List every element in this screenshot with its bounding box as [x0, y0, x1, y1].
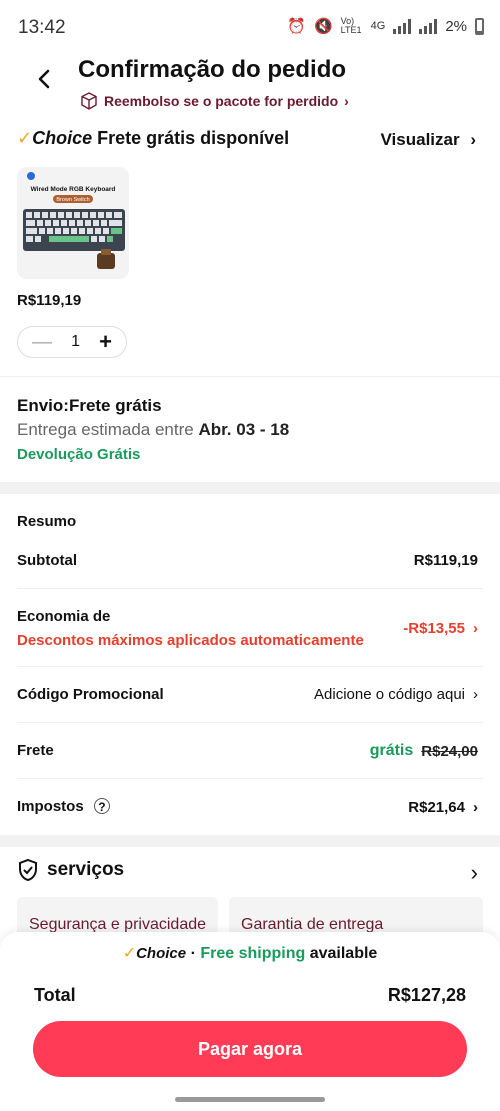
- check-icon: ✓: [122, 945, 137, 962]
- shipping-free-label: grátis: [369, 742, 414, 759]
- dot-separator: ·: [190, 945, 196, 962]
- divider: [17, 722, 483, 723]
- savings-row[interactable]: -R$13,55 ›: [403, 620, 478, 637]
- battery-percent: 2%: [445, 17, 467, 35]
- check-icon: ✓: [17, 128, 33, 148]
- taxes-value: R$21,64: [408, 799, 465, 816]
- shipping-cost: grátis R$24,00: [370, 742, 478, 760]
- signal-icon-2: [419, 18, 438, 34]
- product-price: R$119,19: [17, 292, 82, 309]
- section-divider: [0, 835, 500, 847]
- chevron-right-icon[interactable]: ›: [471, 860, 478, 886]
- total-value: R$127,28: [387, 985, 466, 1005]
- choice-label: Frete grátis disponível: [97, 128, 290, 148]
- increment-button[interactable]: +: [99, 329, 112, 355]
- page-title: Confirmação do pedido: [78, 56, 347, 83]
- chevron-right-icon: ›: [473, 799, 478, 816]
- quantity-stepper: — 1 +: [17, 326, 127, 358]
- promo-value: Adicione o código aqui: [314, 686, 465, 703]
- shipping-cost-label: Frete: [17, 742, 54, 759]
- quantity-value: 1: [71, 333, 81, 350]
- status-icons: ⏰ 🔇 Vo) LTE1 4G 2%: [287, 17, 484, 35]
- refund-label: Reembolso se o pacote for perdido: [104, 93, 339, 109]
- promo-label: Código Promocional: [17, 686, 164, 703]
- service-card-delivery[interactable]: Garantia de entrega: [229, 897, 483, 937]
- service-card-security[interactable]: Segurança e privacidade: [17, 897, 218, 937]
- alarm-icon: ⏰: [287, 18, 306, 35]
- status-time: 13:42: [18, 17, 66, 38]
- free-returns: Devolução Grátis: [17, 446, 141, 463]
- product-tag: Brown Switch: [56, 197, 89, 203]
- subtotal-label: Subtotal: [17, 552, 77, 569]
- chevron-right-icon: ›: [473, 686, 478, 703]
- volte-label: Vo) LTE1: [340, 16, 362, 35]
- decrement-button[interactable]: —: [32, 331, 52, 354]
- divider: [0, 376, 500, 377]
- savings-label: Economia de: [17, 608, 111, 625]
- savings-value: -R$13,55: [403, 620, 465, 637]
- shield-icon: [19, 858, 37, 882]
- pay-now-button[interactable]: Pagar agora: [33, 1021, 467, 1077]
- shipping-old-price: R$24,00: [421, 742, 478, 760]
- signal-icon: [393, 18, 412, 34]
- help-icon[interactable]: ?: [93, 798, 110, 814]
- choice-logo: Choice: [136, 945, 187, 962]
- estimate-dates: Abr. 03 - 18: [198, 420, 290, 439]
- refund-banner[interactable]: Reembolso se o pacote for perdido ›: [80, 92, 349, 110]
- back-button[interactable]: [30, 64, 60, 94]
- view-button[interactable]: Visualizar ›: [381, 130, 476, 150]
- total-label: Total: [34, 985, 76, 1005]
- promo-code-button[interactable]: Adicione o código aqui ›: [314, 686, 478, 703]
- free-shipping-label: Free shipping: [200, 945, 306, 962]
- divider: [17, 778, 483, 779]
- shipping-estimate: Entrega estimada entre Abr. 03 - 18: [17, 420, 289, 440]
- section-divider: [0, 482, 500, 494]
- estimate-prefix: Entrega estimada entre: [17, 420, 194, 439]
- mute-icon: 🔇: [313, 18, 333, 35]
- chevron-left-icon: [38, 69, 50, 89]
- taxes-label: Impostos: [17, 798, 84, 815]
- subtotal-value: R$119,19: [413, 552, 478, 569]
- taxes-label-row: Impostos ?: [17, 798, 110, 815]
- network-gen: 4G: [370, 20, 386, 32]
- chevron-right-icon: ›: [473, 620, 478, 637]
- status-bar: 13:42 ⏰ 🔇 Vo) LTE1 4G 2%: [0, 0, 500, 54]
- free-shipping-banner: ✓Choice · Free shipping available: [0, 943, 500, 963]
- home-indicator[interactable]: [175, 1097, 325, 1102]
- chevron-right-icon: ›: [344, 93, 349, 109]
- summary-heading: Resumo: [17, 513, 77, 530]
- services-header[interactable]: serviços: [17, 858, 124, 882]
- chevron-right-icon: ›: [470, 130, 476, 149]
- services-title: serviços: [47, 859, 125, 880]
- package-icon: [81, 92, 97, 110]
- battery-icon: [475, 17, 484, 35]
- choice-logo: Choice: [32, 128, 93, 148]
- product-image[interactable]: Wired Mode RGB Keyboard Brown Switch: [17, 167, 129, 279]
- shipping-title: Envio:Frete grátis: [17, 396, 162, 415]
- view-label: Visualizar: [380, 130, 460, 149]
- keyboard-image: Wired Mode RGB Keyboard Brown Switch: [17, 167, 129, 279]
- available-label: available: [309, 945, 378, 962]
- product-brand: Wired Mode RGB Keyboard: [31, 186, 116, 193]
- taxes-row[interactable]: R$21,64 ›: [408, 799, 478, 816]
- divider: [17, 666, 483, 667]
- savings-note: Descontos máximos aplicados automaticame…: [17, 632, 364, 649]
- divider: [17, 588, 483, 589]
